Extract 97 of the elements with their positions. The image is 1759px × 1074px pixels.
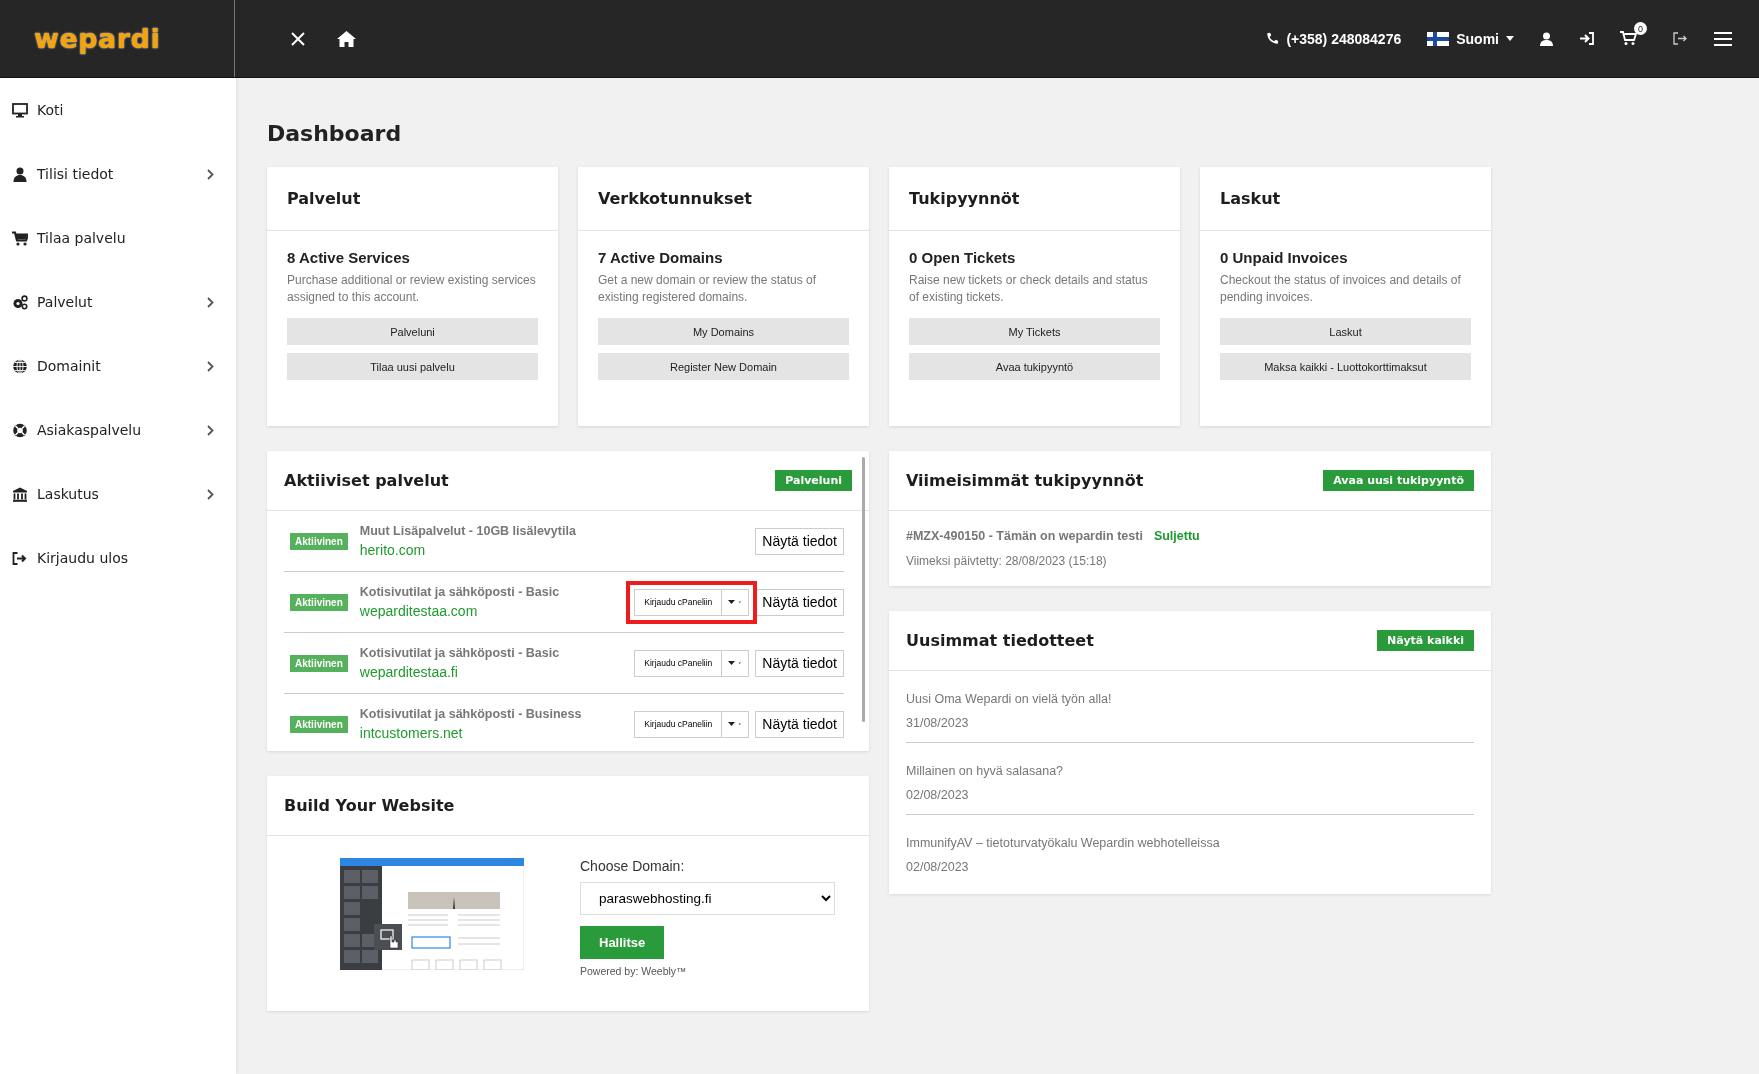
- lifebuoy-icon: [12, 422, 28, 438]
- user-icon[interactable]: [1540, 31, 1553, 46]
- details-button[interactable]: Näytä tiedot: [755, 710, 844, 738]
- logout-icon[interactable]: [1673, 32, 1688, 45]
- sidebar-item[interactable]: Asiakaspalvelu: [0, 398, 236, 462]
- status-badge: Aktiivinen: [290, 593, 348, 611]
- sidebar-item[interactable]: Palvelut: [0, 270, 236, 334]
- new-ticket-button[interactable]: Avaa uusi tukipyyntö: [1323, 470, 1474, 491]
- sidebar-item[interactable]: Kirjaudu ulos: [0, 526, 236, 590]
- card-count: 8 Active Services: [287, 249, 411, 266]
- manage-button[interactable]: Hallitse: [580, 926, 665, 959]
- monitor-icon: [12, 102, 28, 118]
- cart-count-badge: 0: [1634, 22, 1647, 35]
- caret-icon: [728, 599, 743, 605]
- domain-link[interactable]: weparditestaa.fi: [359, 664, 560, 680]
- card-title: Laskut: [1220, 189, 1281, 208]
- details-button[interactable]: Näytä tiedot: [755, 527, 844, 555]
- card-count: 7 Active Domains: [598, 249, 724, 266]
- bank-icon: [12, 486, 28, 502]
- status-badge: Aktiivinen: [290, 654, 348, 672]
- dropdown-button[interactable]: [722, 649, 750, 677]
- powered-by-text: Powered by: Weebly™: [580, 965, 687, 977]
- menu-icon[interactable]: [1714, 31, 1732, 46]
- announcement-link[interactable]: ImmunifyAV – tietoturvatyökalu Wepardin webhotelleissa: [906, 836, 1474, 850]
- service-name: Muut Lisäpalvelut - 10GB lisälevytila: [359, 524, 576, 538]
- domain-link[interactable]: herito.com: [359, 542, 576, 558]
- caret-icon: [1506, 36, 1514, 41]
- language-selector[interactable]: Suomi: [1427, 30, 1514, 47]
- card-button[interactable]: Palveluni: [287, 318, 538, 345]
- card-description: Get a new domain or review the status of existing registered domains.: [598, 272, 818, 306]
- phone-icon: [1266, 32, 1280, 45]
- user-icon: [12, 166, 28, 182]
- flag-icon: [1427, 31, 1450, 46]
- sidebar-item[interactable]: Domainit: [0, 334, 236, 398]
- card-count: 0 Unpaid Invoices: [1220, 249, 1349, 266]
- ticket-link[interactable]: #MZX-490150 - Tämän on wepardin testi: [906, 529, 1143, 543]
- ticket-updated: Viimeksi päivtetty: 28/08/2023 (15:18): [906, 554, 1107, 568]
- sidebar-item[interactable]: Tilisi tiedot: [0, 142, 236, 206]
- domain-link[interactable]: weparditestaa.com: [359, 603, 560, 619]
- view-all-button[interactable]: Näytä kaikki: [1377, 630, 1474, 651]
- domain-select[interactable]: paraswebhosting.fi: [580, 882, 835, 915]
- announcement-date: 02/08/2023: [906, 860, 970, 874]
- home-icon[interactable]: [337, 30, 356, 47]
- card-button[interactable]: My Domains: [598, 318, 849, 345]
- ticket-status: Suljettu: [1153, 529, 1200, 543]
- sidebar-item[interactable]: Laskutus: [0, 462, 236, 526]
- details-button[interactable]: Näytä tiedot: [755, 649, 844, 677]
- gears-icon: [12, 294, 28, 310]
- details-button[interactable]: Näytä tiedot: [755, 588, 844, 616]
- status-badge: Aktiivinen: [290, 715, 348, 733]
- service-name: Kotisivutilat ja sähköposti - Business: [359, 707, 582, 721]
- announcement-date: 02/08/2023: [906, 788, 970, 802]
- dropdown-button[interactable]: [722, 588, 750, 616]
- logo[interactable]: wepardi: [34, 23, 161, 54]
- card-button[interactable]: Register New Domain: [598, 353, 849, 380]
- card-title: Tukipyynnöt: [909, 189, 1020, 208]
- announcement-date: 31/08/2023: [906, 716, 970, 730]
- domain-link[interactable]: intcustomers.net: [359, 725, 582, 741]
- panel-title: Aktiiviset palvelut: [284, 471, 449, 490]
- card-title: Verkkotunnukset: [598, 189, 752, 208]
- caret-icon: [728, 721, 743, 727]
- card-title: Palvelut: [287, 189, 361, 208]
- phone-link[interactable]: (+358) 248084276: [1266, 30, 1402, 47]
- dropdown-button[interactable]: [722, 710, 750, 738]
- cart-icon: [12, 230, 28, 246]
- card-count: 0 Open Tickets: [909, 249, 1017, 266]
- card-button[interactable]: Laskut: [1220, 318, 1471, 345]
- card-button[interactable]: Avaa tukipyyntö: [909, 353, 1160, 380]
- panel-title: Viimeisimmät tukipyynnöt: [906, 471, 1144, 490]
- services-button[interactable]: Palveluni: [775, 470, 852, 491]
- cpanel-login-button[interactable]: Kirjaudu cPaneliin: [634, 588, 723, 616]
- logout-icon: [12, 550, 28, 566]
- panel-title: Uusimmat tiedotteet: [906, 631, 1094, 650]
- card-button[interactable]: Tilaa uusi palvelu: [287, 353, 538, 380]
- cart-icon[interactable]: [1620, 31, 1637, 46]
- cpanel-login-button[interactable]: Kirjaudu cPaneliin: [634, 710, 723, 738]
- login-icon[interactable]: [1579, 32, 1594, 45]
- service-name: Kotisivutilat ja sähköposti - Basic: [359, 646, 560, 660]
- globe-icon: [12, 358, 28, 374]
- status-badge: Aktiivinen: [290, 532, 348, 550]
- card-description: Purchase additional or review existing services assigned to this account.: [287, 272, 537, 306]
- page-title: Dashboard: [267, 121, 403, 146]
- announcement-link[interactable]: Uusi Oma Wepardi on vielä työn alla!: [906, 692, 1474, 706]
- sidebar-item[interactable]: Tilaa palvelu: [0, 206, 236, 270]
- close-icon[interactable]: [290, 30, 306, 47]
- card-description: Raise new tickets or check details and status of existing tickets.: [909, 272, 1149, 306]
- service-name: Kotisivutilat ja sähköposti - Basic: [359, 585, 560, 599]
- sidebar-item[interactable]: Koti: [0, 78, 236, 142]
- card-description: Checkout the status of invoices and details of pending invoices.: [1220, 272, 1462, 306]
- card-button[interactable]: Maksa kaikki - Luottokorttimaksut: [1220, 353, 1471, 380]
- domain-label: Choose Domain:: [580, 858, 685, 874]
- caret-icon: [728, 660, 743, 666]
- panel-title: Build Your Website: [284, 796, 455, 815]
- scrollbar[interactable]: [862, 457, 865, 722]
- announcement-link[interactable]: Millainen on hyvä salasana?: [906, 764, 1474, 778]
- card-button[interactable]: My Tickets: [909, 318, 1160, 345]
- cpanel-login-button[interactable]: Kirjaudu cPaneliin: [634, 649, 723, 677]
